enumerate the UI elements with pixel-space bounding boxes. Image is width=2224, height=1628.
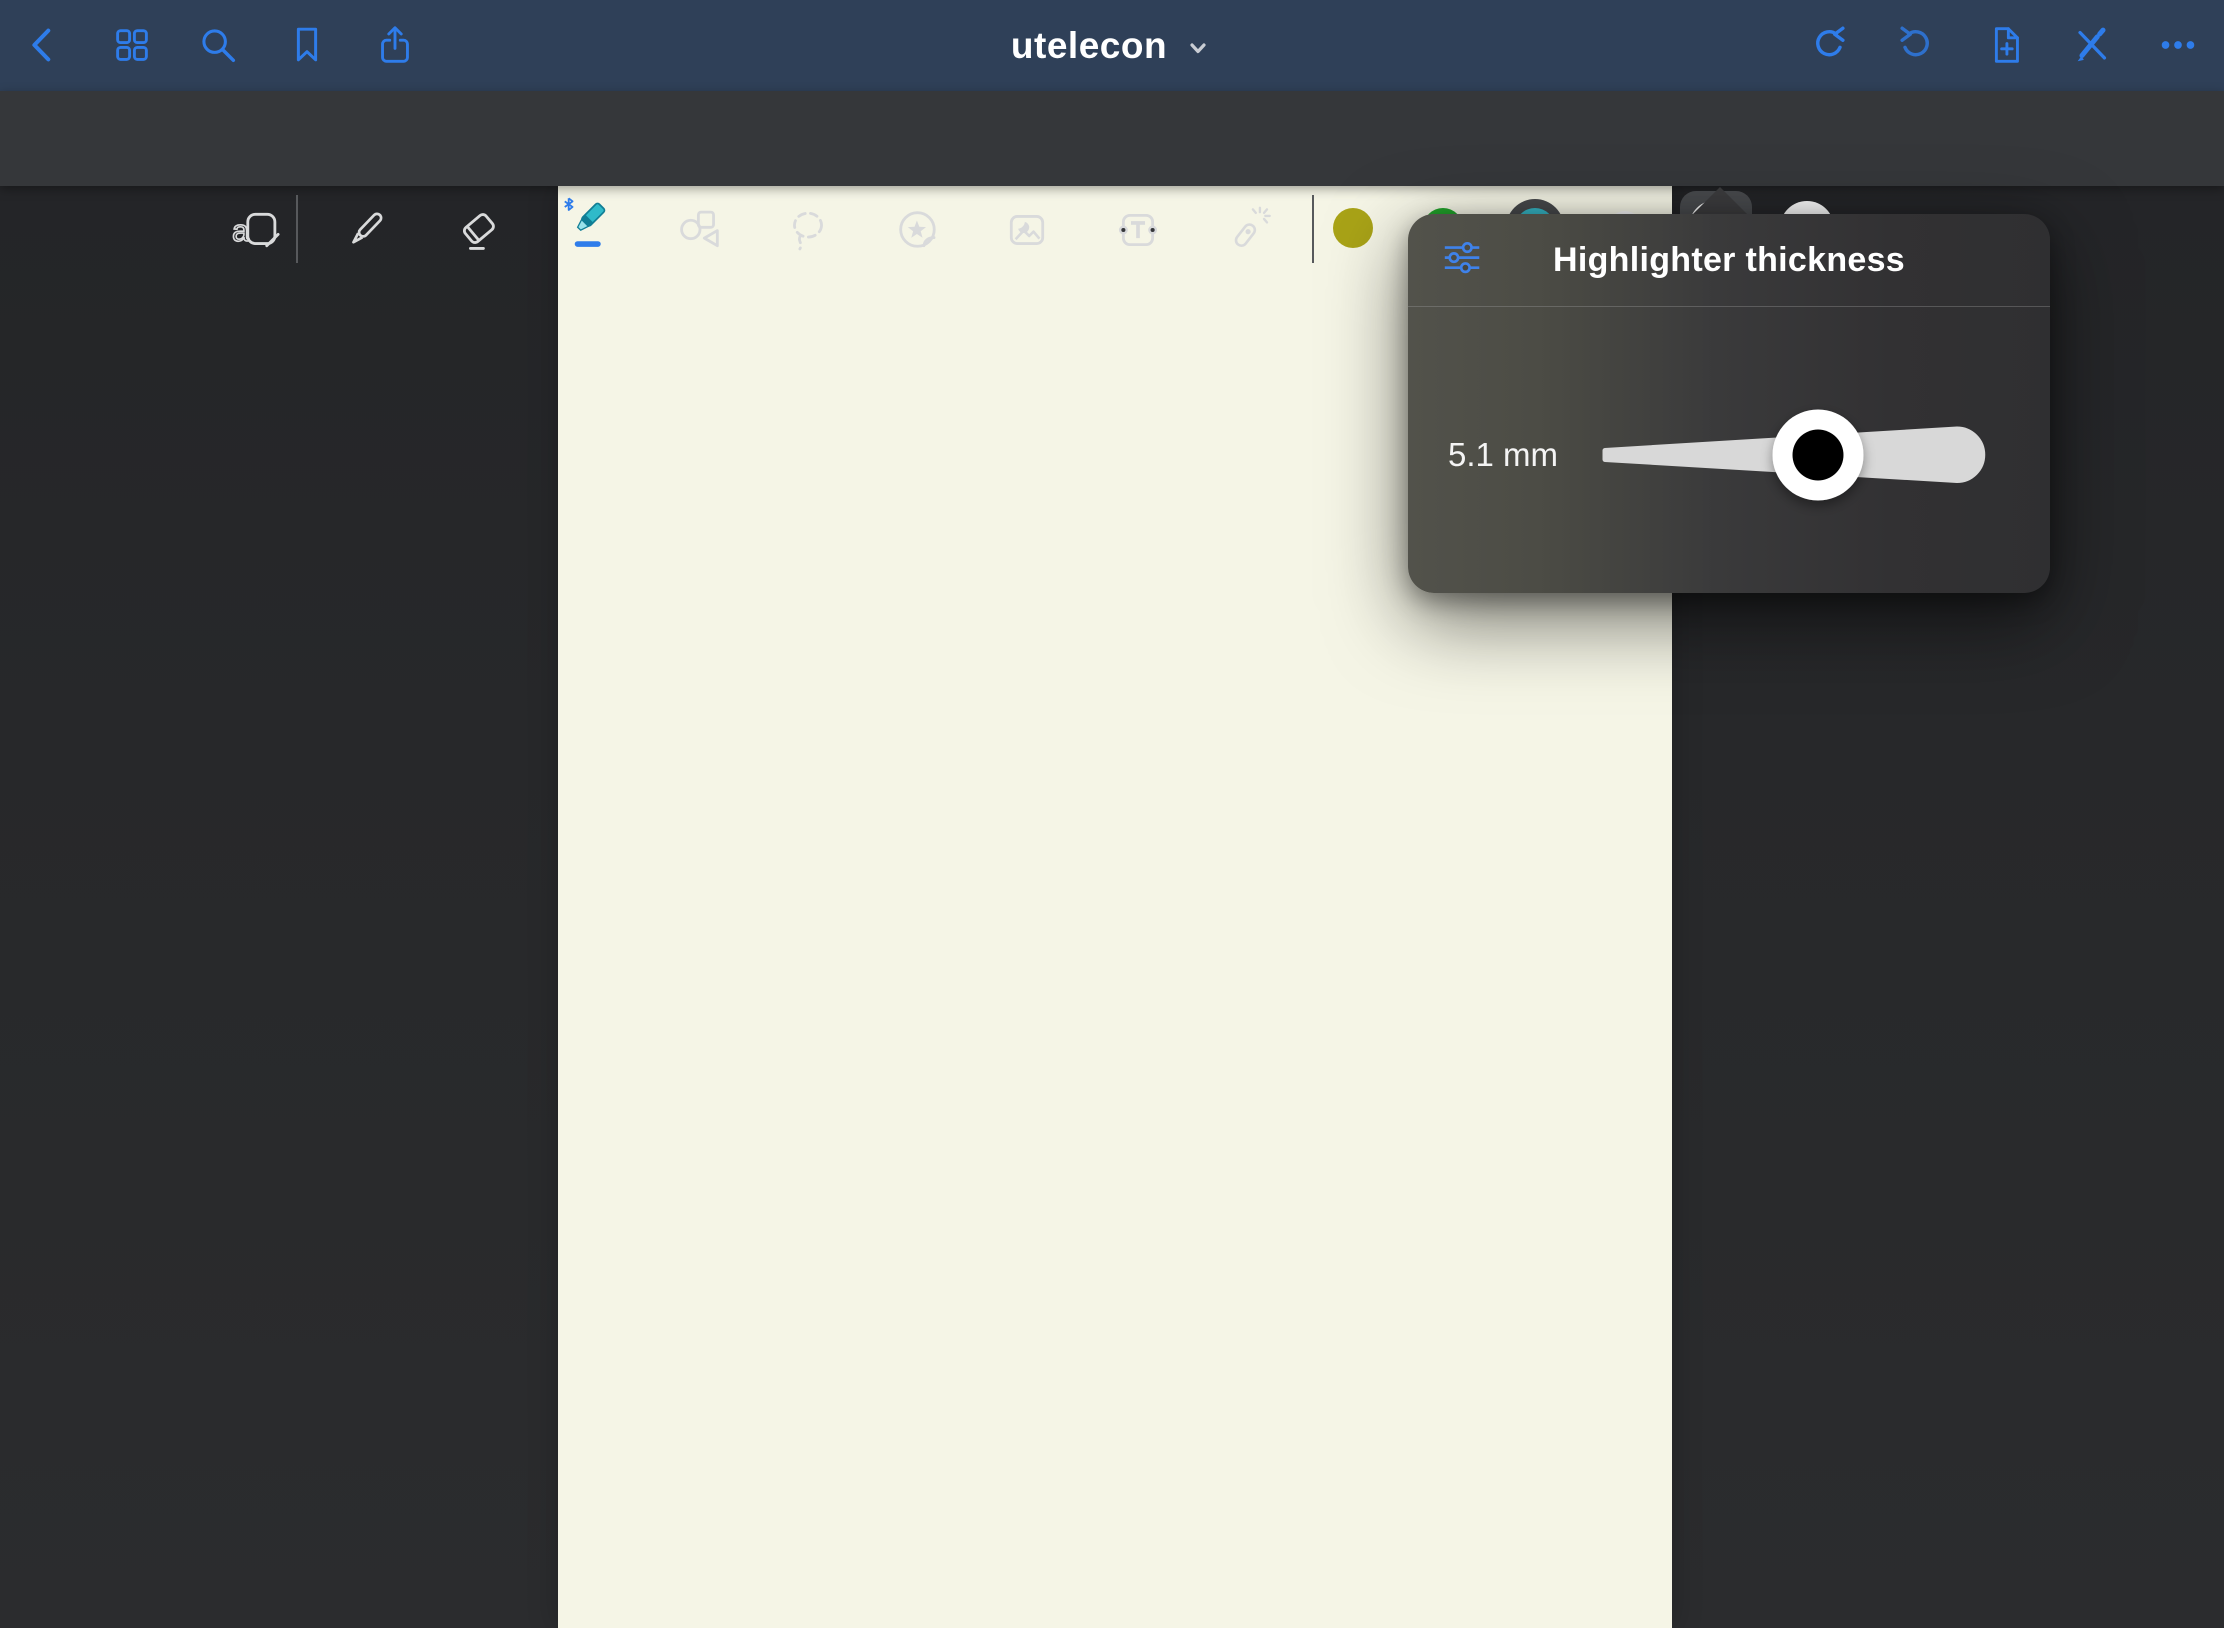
image-icon bbox=[1001, 204, 1053, 256]
add-page-icon bbox=[1982, 22, 2028, 68]
tool-zoom-window[interactable]: a bbox=[231, 204, 283, 256]
color-swatch-yellow[interactable] bbox=[1333, 208, 1373, 248]
toolbar-separator bbox=[296, 195, 298, 263]
text-icon bbox=[1112, 204, 1164, 256]
tool-lasso[interactable] bbox=[782, 204, 834, 256]
tool-text[interactable] bbox=[1112, 204, 1164, 256]
highlighter-icon bbox=[560, 197, 612, 249]
redo-icon bbox=[1894, 22, 1940, 68]
tool-eraser[interactable] bbox=[452, 204, 504, 256]
ellipsis-icon bbox=[2155, 22, 2201, 68]
tool-pen[interactable] bbox=[339, 204, 391, 256]
document-title[interactable]: utelecon bbox=[1011, 25, 1167, 67]
tools-toolbar: a bbox=[0, 91, 2224, 186]
pen-mode-toggle-button[interactable] bbox=[2069, 22, 2115, 68]
sticker-icon bbox=[892, 204, 944, 256]
thickness-slider[interactable] bbox=[1408, 214, 2050, 593]
document-title-group[interactable]: utelecon bbox=[0, 0, 2224, 91]
highlighter-thickness-popover: Highlighter thickness 5.1 mm bbox=[1408, 214, 2050, 593]
lasso-icon bbox=[782, 204, 834, 256]
tool-image[interactable] bbox=[1001, 204, 1053, 256]
tool-highlighter-selected[interactable] bbox=[560, 197, 620, 257]
eraser-icon bbox=[452, 204, 504, 256]
crossed-pen-icon bbox=[2069, 22, 2115, 68]
pen-icon bbox=[339, 204, 391, 256]
undo-icon bbox=[1805, 22, 1851, 68]
more-options-button[interactable] bbox=[2155, 22, 2201, 68]
laser-pointer-icon bbox=[1222, 204, 1274, 256]
bluetooth-icon bbox=[565, 198, 573, 210]
add-page-button[interactable] bbox=[1982, 22, 2028, 68]
shapes-icon bbox=[674, 204, 726, 256]
redo-button[interactable] bbox=[1894, 22, 1940, 68]
tool-laser-pointer[interactable] bbox=[1222, 204, 1274, 256]
tool-sticker[interactable] bbox=[892, 204, 944, 256]
undo-button[interactable] bbox=[1805, 22, 1851, 68]
chevron-down-icon bbox=[1183, 34, 1213, 64]
notes-app: utelecon bbox=[0, 0, 2224, 1628]
slider-knob[interactable] bbox=[1773, 410, 1864, 501]
toolbar-separator bbox=[1312, 195, 1314, 263]
popover-arrow bbox=[1692, 187, 1748, 215]
zoom-window-icon: a bbox=[231, 204, 283, 256]
tool-shapes[interactable] bbox=[674, 204, 726, 256]
top-navigation-bar: utelecon bbox=[0, 0, 2224, 91]
svg-text:a: a bbox=[232, 215, 249, 248]
